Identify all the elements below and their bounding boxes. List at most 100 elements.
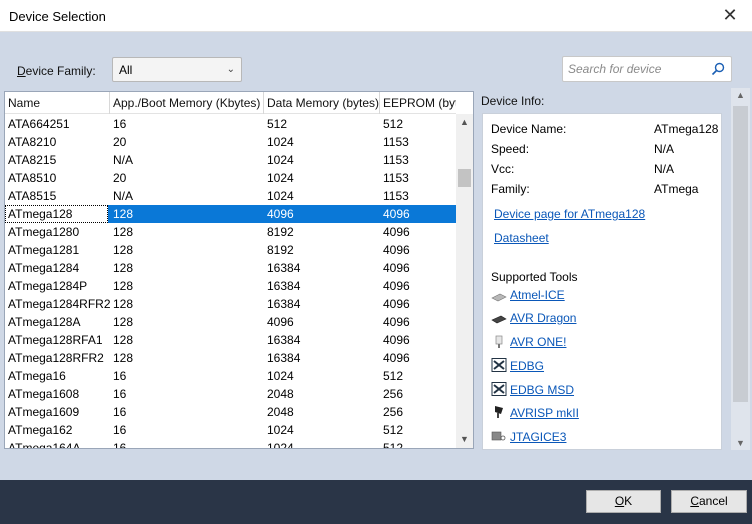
- table-row[interactable]: ATmega162 16 1024 512: [5, 421, 456, 439]
- table-row[interactable]: ATmega164A 16 1024 512: [5, 439, 456, 449]
- supported-tools-heading: Supported Tools: [491, 270, 578, 284]
- table-row[interactable]: ATmega1284 128 16384 4096: [5, 259, 456, 277]
- tool-link-edbg[interactable]: EDBG: [510, 359, 544, 373]
- cancel-button[interactable]: Cancel: [671, 490, 747, 513]
- cell-data-memory: 1024: [267, 135, 294, 149]
- search-icon[interactable]: [711, 62, 725, 76]
- cell-app-memory: 16: [113, 405, 127, 419]
- cell-name: ATmega128RFA1: [8, 333, 103, 347]
- cell-data-memory: 8192: [267, 225, 294, 239]
- device-family-label: Device Family:: [17, 64, 96, 78]
- cell-app-memory: N/A: [113, 189, 134, 203]
- grid-scroll-thumb[interactable]: [458, 169, 471, 187]
- column-header-data-memory[interactable]: Data Memory (bytes): [264, 92, 380, 114]
- cell-name: ATmega128A: [8, 315, 81, 329]
- table-row[interactable]: ATA8515 N/A 1024 1153: [5, 187, 456, 205]
- cell-name: ATmega128: [5, 205, 108, 223]
- info-value-vcc: N/A: [654, 162, 675, 176]
- cell-data-memory: 1024: [267, 171, 294, 185]
- cell-app-memory: 20: [113, 135, 127, 149]
- table-row[interactable]: ATmega1281 128 8192 4096: [5, 241, 456, 259]
- cell-data-memory: 1024: [267, 423, 294, 437]
- table-row[interactable]: ATmega1284RFR2 128 16384 4096: [5, 295, 456, 313]
- cell-eeprom: 4096: [383, 279, 410, 293]
- ok-button[interactable]: OK: [586, 490, 661, 513]
- cell-app-memory: 20: [113, 171, 127, 185]
- avrisp-icon: [495, 406, 503, 418]
- scroll-up-icon[interactable]: ▲: [456, 114, 473, 131]
- cell-name: ATA8515: [8, 189, 57, 203]
- info-scroll-thumb[interactable]: [733, 106, 748, 402]
- table-row[interactable]: ATmega128A 128 4096 4096: [5, 313, 456, 331]
- cell-name: ATmega128RFR2: [8, 351, 104, 365]
- info-scrollbar[interactable]: ▲ ▼: [731, 88, 750, 450]
- close-button[interactable]: ✕: [718, 4, 742, 26]
- cell-app-memory: 128: [113, 243, 134, 257]
- tool-link-edbg-msd[interactable]: EDBG MSD: [510, 383, 574, 397]
- cell-data-memory: 8192: [267, 243, 294, 257]
- tool-link-avrisp-mkii[interactable]: AVRISP mkII: [510, 406, 579, 420]
- device-family-dropdown[interactable]: All ⌄: [112, 57, 242, 82]
- table-row[interactable]: ATmega128RFA1 128 16384 4096: [5, 331, 456, 349]
- table-row[interactable]: ATA8510 20 1024 1153: [5, 169, 456, 187]
- tool-link-avr-dragon[interactable]: AVR Dragon: [510, 311, 576, 325]
- chevron-down-icon: ⌄: [226, 64, 235, 75]
- table-row[interactable]: ATmega16 16 1024 512: [5, 367, 456, 385]
- table-row[interactable]: ATmega1608 16 2048 256: [5, 385, 456, 403]
- cell-data-memory: 512: [267, 117, 288, 131]
- scroll-up-icon[interactable]: ▲: [731, 90, 750, 100]
- cell-eeprom: 256: [383, 405, 404, 419]
- tool-link-avr-one[interactable]: AVR ONE!: [510, 335, 566, 349]
- cell-name: ATA8510: [8, 171, 57, 185]
- edbg-icon: [491, 358, 507, 372]
- column-header-name[interactable]: Name: [5, 92, 110, 114]
- device-info-panel: Device Name: ATmega128 Speed: N/A Vcc: N…: [482, 113, 722, 450]
- table-row[interactable]: ATmega1609 16 2048 256: [5, 403, 456, 421]
- cell-eeprom: 1153: [383, 135, 409, 149]
- cell-data-memory: 16384: [267, 351, 301, 365]
- scroll-down-icon[interactable]: ▼: [731, 438, 750, 448]
- atmel-ice-icon: [491, 293, 507, 302]
- cell-eeprom: 4096: [383, 261, 410, 275]
- cell-data-memory: 1024: [267, 369, 294, 383]
- cell-app-memory: N/A: [113, 153, 134, 167]
- cell-name: ATmega1284P: [8, 279, 88, 293]
- grid-scrollbar[interactable]: ▲ ▼: [456, 114, 473, 448]
- search-input[interactable]: [568, 61, 708, 77]
- table-row[interactable]: ATmega1280 128 8192 4096: [5, 223, 456, 241]
- cell-data-memory: 1024: [267, 441, 294, 449]
- device-grid: Name App./Boot Memory (Kbytes) Data Memo…: [4, 91, 474, 449]
- device-page-link[interactable]: Device page for ATmega128: [494, 207, 645, 221]
- cell-name: ATmega162: [8, 423, 73, 437]
- tool-link-jtagice3[interactable]: JTAGICE3: [510, 430, 566, 444]
- tool-link-atmel-ice[interactable]: Atmel-ICE: [510, 288, 565, 302]
- table-row[interactable]: ATA664251 16 512 512: [5, 115, 456, 133]
- cell-eeprom: 4096: [383, 207, 410, 221]
- column-header-eeprom[interactable]: EEPROM (byte: [380, 92, 456, 114]
- cell-app-memory: 128: [113, 261, 134, 275]
- scroll-down-icon[interactable]: ▼: [456, 431, 473, 448]
- cell-eeprom: 4096: [383, 351, 410, 365]
- table-row[interactable]: ATA8215 N/A 1024 1153: [5, 151, 456, 169]
- info-label-device-name: Device Name:: [491, 122, 567, 136]
- title-bar: Device Selection ✕: [0, 0, 752, 32]
- device-family-value: All: [119, 63, 133, 77]
- cell-eeprom: 1153: [383, 153, 409, 167]
- table-row[interactable]: ATmega128RFR2 128 16384 4096: [5, 349, 456, 367]
- device-search-box[interactable]: [562, 56, 732, 82]
- cell-data-memory: 4096: [267, 315, 294, 329]
- info-value-speed: N/A: [654, 142, 675, 156]
- datasheet-link[interactable]: Datasheet: [494, 231, 549, 245]
- cell-app-memory: 16: [113, 387, 127, 401]
- cell-name: ATA664251: [8, 117, 70, 131]
- cell-eeprom: 512: [383, 117, 404, 131]
- cell-app-memory: 16: [113, 441, 127, 449]
- table-row[interactable]: ATmega1284P 128 16384 4096: [5, 277, 456, 295]
- table-row[interactable]: ATmega128 128 4096 4096: [5, 205, 456, 223]
- cell-app-memory: 16: [113, 117, 127, 131]
- table-row[interactable]: ATA8210 20 1024 1153: [5, 133, 456, 151]
- grid-rows: ATA664251 16 512 512 ATA8210 20 1024 1153 ATA821…: [5, 115, 456, 449]
- column-header-app-memory[interactable]: App./Boot Memory (Kbytes): [110, 92, 264, 114]
- cell-name: ATmega164A: [8, 441, 81, 449]
- cell-app-memory: 16: [113, 423, 127, 437]
